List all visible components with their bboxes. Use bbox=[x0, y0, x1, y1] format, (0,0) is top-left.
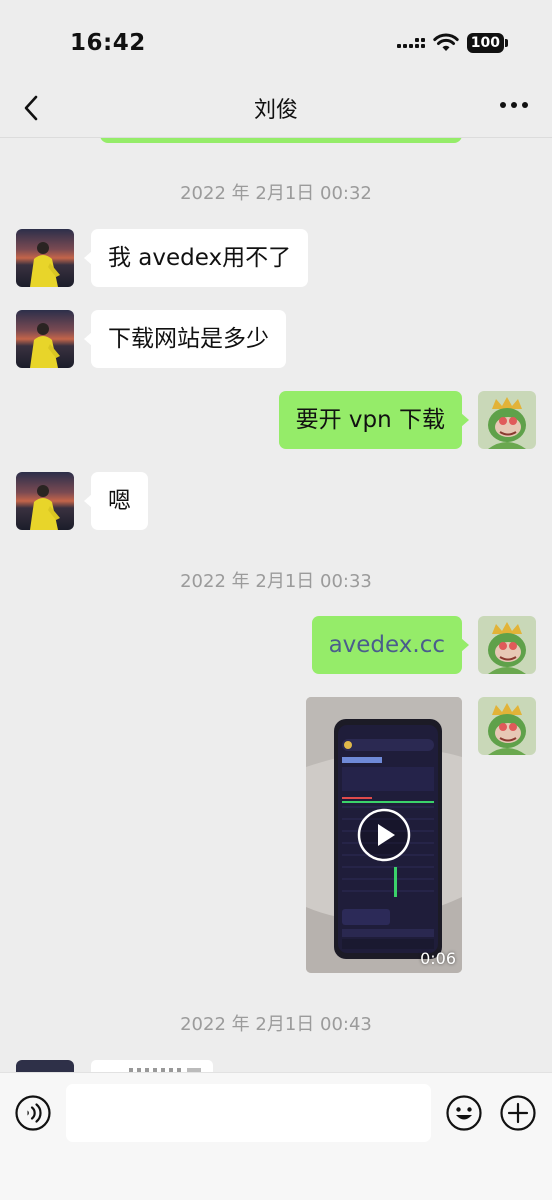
video-message[interactable]: 0:06 bbox=[306, 697, 462, 973]
message-timestamp: 2022 年 2月1日 00:33 bbox=[180, 571, 372, 592]
voice-icon[interactable] bbox=[15, 1095, 51, 1131]
message-text: 嗯 bbox=[108, 488, 131, 514]
status-bar: 16:42 100 bbox=[0, 0, 552, 80]
plus-circle-icon[interactable] bbox=[500, 1095, 536, 1131]
contact-avatar[interactable] bbox=[16, 472, 74, 530]
message-text: 要开 vpn 下载 bbox=[295, 407, 445, 433]
incoming-message-bubble[interactable]: 我 avedex用不了 bbox=[83, 229, 309, 287]
contact-avatar[interactable] bbox=[16, 310, 74, 368]
my-avatar[interactable] bbox=[478, 697, 536, 755]
chat-title: 刘俊 bbox=[253, 98, 298, 123]
previous-outgoing-bubble[interactable] bbox=[100, 138, 462, 143]
incoming-message-bubble[interactable]: 嗯 bbox=[84, 472, 148, 530]
play-icon[interactable] bbox=[356, 807, 412, 863]
message-timestamp: 2022 年 2月1日 00:43 bbox=[180, 1014, 372, 1035]
contact-avatar[interactable] bbox=[16, 229, 74, 287]
emoji-icon[interactable] bbox=[446, 1095, 482, 1131]
outgoing-message-bubble[interactable]: avedex.cc bbox=[311, 616, 470, 674]
cellular-signal-icon bbox=[396, 38, 425, 48]
message-input[interactable] bbox=[66, 1084, 431, 1142]
video-duration: 0:06 bbox=[420, 949, 456, 968]
outgoing-message-bubble[interactable]: 要开 vpn 下载 bbox=[278, 391, 470, 449]
battery-icon: 100 bbox=[466, 33, 509, 53]
ellipsis-icon bbox=[500, 102, 506, 108]
my-avatar[interactable] bbox=[478, 391, 536, 449]
message-list[interactable]: 2022 年 2月1日 00:32 我 avedex用不了 下载网站是多少 要开… bbox=[0, 138, 552, 1072]
message-input-bar bbox=[0, 1072, 552, 1200]
more-options-button[interactable] bbox=[500, 102, 530, 112]
incoming-image-message[interactable] bbox=[91, 1060, 213, 1072]
contact-avatar[interactable] bbox=[16, 1060, 74, 1072]
message-text: 下载网站是多少 bbox=[108, 326, 269, 352]
message-timestamp: 2022 年 2月1日 00:32 bbox=[180, 183, 372, 204]
message-text: 我 avedex用不了 bbox=[108, 245, 292, 271]
status-icons: 100 bbox=[396, 33, 509, 53]
chat-screen: 16:42 100 刘俊 2022 年 2月1日 00:32 我 avedex用… bbox=[0, 0, 552, 1200]
message-link[interactable]: avedex.cc bbox=[329, 632, 445, 658]
incoming-message-bubble[interactable]: 下载网站是多少 bbox=[84, 310, 286, 368]
wifi-icon bbox=[433, 33, 459, 51]
chat-header: 刘俊 bbox=[0, 80, 552, 138]
my-avatar[interactable] bbox=[478, 616, 536, 674]
status-time: 16:42 bbox=[70, 30, 146, 56]
